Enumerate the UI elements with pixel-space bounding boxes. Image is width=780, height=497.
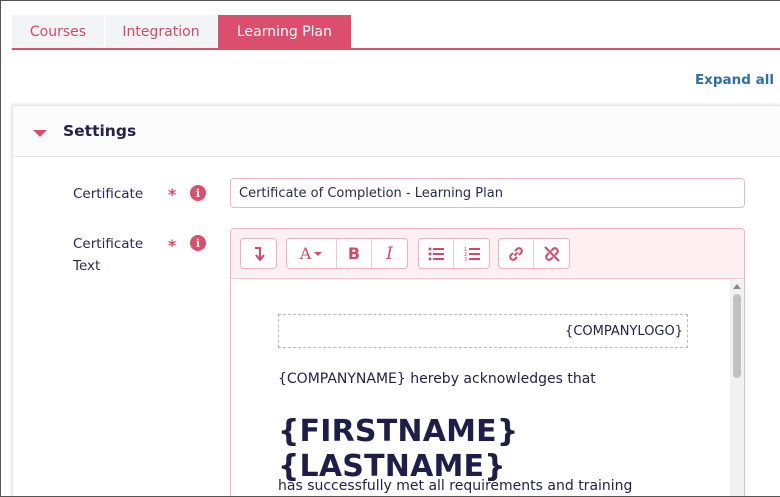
acknowledgement-text: {COMPANYNAME} hereby acknowledges that bbox=[278, 371, 596, 387]
info-icon[interactable]: i bbox=[190, 185, 206, 201]
required-indicator: * bbox=[168, 236, 177, 255]
certificate-text-editor: A B I 1 2 3 {COMPANYLOGO} {COMPANYNAME} … bbox=[230, 228, 745, 496]
certificate-label: Certificate bbox=[73, 186, 144, 202]
link-icon bbox=[509, 246, 523, 261]
tab-learning-plan[interactable]: Learning Plan bbox=[218, 15, 352, 49]
caret-down-icon[interactable] bbox=[33, 130, 47, 137]
toolbar-group-lists: 1 2 3 bbox=[418, 238, 490, 269]
tab-bar: Courses Integration Learning Plan bbox=[12, 15, 780, 49]
certificate-select[interactable]: Certificate of Completion - Learning Pla… bbox=[230, 178, 745, 208]
tab-courses[interactable]: Courses bbox=[12, 15, 105, 49]
unlink-button[interactable] bbox=[534, 239, 569, 268]
certificate-text-label-line2: Text bbox=[73, 258, 101, 274]
requirements-text: has successfully met all requirements an… bbox=[278, 478, 633, 494]
certificate-text-label: Certificate bbox=[73, 236, 144, 252]
editor-toolbar: A B I 1 2 3 bbox=[231, 229, 744, 279]
link-button[interactable] bbox=[499, 239, 534, 268]
recipient-name-heading: {FIRSTNAME} {LASTNAME} bbox=[278, 414, 519, 484]
chevron-down-icon bbox=[314, 251, 323, 256]
app-frame: Courses Integration Learning Plan Expand… bbox=[0, 0, 780, 497]
company-logo-placeholder: {COMPANYLOGO} bbox=[278, 314, 688, 348]
toolbar-group-links bbox=[498, 238, 570, 269]
bold-button[interactable]: B bbox=[337, 239, 372, 268]
editor-content[interactable]: {COMPANYLOGO} {COMPANYNAME} hereby ackno… bbox=[231, 280, 744, 496]
required-indicator: * bbox=[168, 185, 177, 204]
bold-icon: B bbox=[347, 244, 361, 263]
tab-integration[interactable]: Integration bbox=[105, 15, 218, 49]
tab-underline bbox=[12, 48, 780, 50]
scrollbar-thumb[interactable] bbox=[733, 294, 741, 378]
unlink-icon bbox=[543, 245, 560, 262]
scroll-up-icon[interactable] bbox=[733, 284, 741, 289]
insert-field-icon bbox=[254, 246, 265, 262]
numbered-list-button[interactable]: 1 2 3 bbox=[454, 239, 489, 268]
svg-text:3: 3 bbox=[464, 257, 467, 261]
info-icon[interactable]: i bbox=[190, 235, 206, 251]
bulleted-list-icon bbox=[428, 247, 444, 260]
italic-button[interactable]: I bbox=[372, 239, 407, 268]
italic-icon: I bbox=[386, 243, 393, 264]
numbered-list-icon: 1 2 3 bbox=[464, 247, 480, 261]
font-color-icon: A bbox=[299, 244, 312, 263]
settings-header[interactable]: Settings bbox=[13, 106, 780, 157]
toolbar-group-insert bbox=[240, 238, 277, 269]
editor-scrollbar[interactable] bbox=[730, 280, 744, 496]
toolbar-group-format: A B I bbox=[286, 238, 408, 269]
settings-title: Settings bbox=[63, 122, 137, 140]
font-color-button[interactable]: A bbox=[287, 239, 337, 268]
insert-field-button[interactable] bbox=[241, 239, 276, 268]
expand-all-link[interactable]: Expand all bbox=[695, 72, 774, 88]
bulleted-list-button[interactable] bbox=[419, 239, 454, 268]
